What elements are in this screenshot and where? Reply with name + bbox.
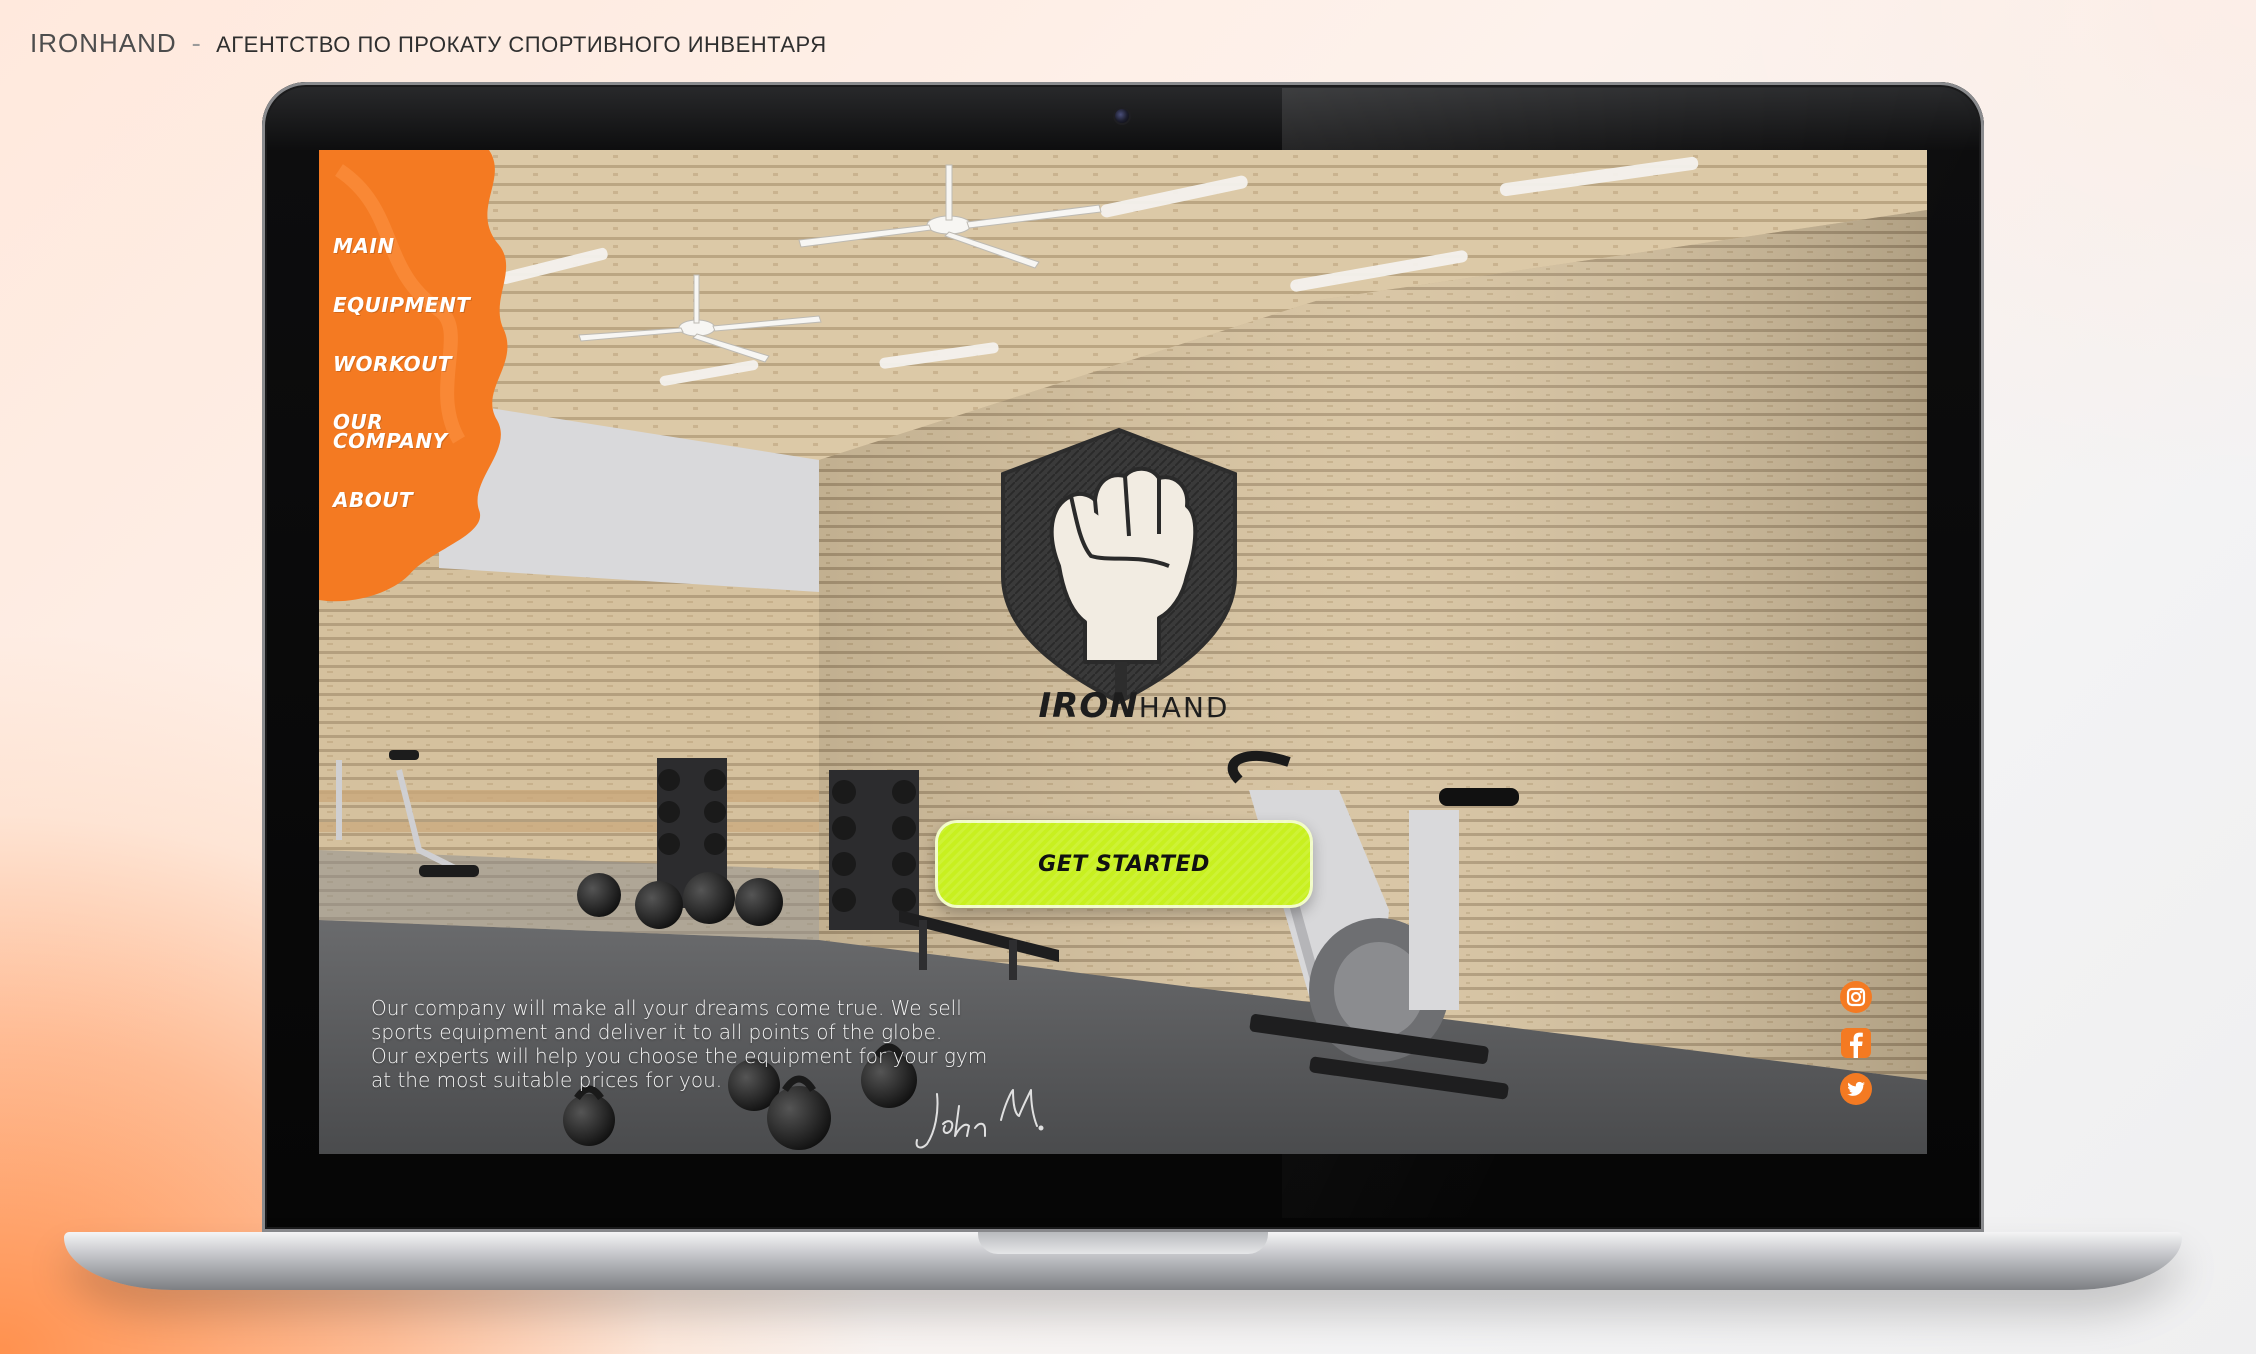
- logo-wordmark: IRONHAND: [1019, 686, 1249, 726]
- intro-line: Our experts will help you choose the equ…: [371, 1044, 988, 1068]
- page-heading-tagline: АГЕНТСТВО ПО ПРОКАТУ СПОРТИВНОГО ИНВЕНТА…: [216, 32, 827, 57]
- instagram-icon[interactable]: [1839, 980, 1873, 1014]
- laptop-notch: [978, 1232, 1268, 1254]
- page-heading: IRONHAND - АГЕНТСТВО ПО ПРОКАТУ СПОРТИВН…: [30, 28, 827, 59]
- facebook-icon[interactable]: [1839, 1026, 1873, 1060]
- page-heading-brand: IRONHAND: [30, 28, 177, 58]
- intro-line: sports equipment and deliver it to all p…: [371, 1020, 943, 1044]
- nav-item-equipment[interactable]: EQUIPMENT: [333, 295, 523, 315]
- nav-item-workout[interactable]: WORKOUT: [333, 354, 523, 374]
- social-links: [1839, 980, 1879, 1118]
- get-started-button[interactable]: GET STARTED: [935, 820, 1313, 908]
- logo-wordmark-iron: IRON: [1038, 686, 1139, 726]
- side-nav: MAIN EQUIPMENT WORKOUT OUR COMPANY ABOUT: [333, 236, 523, 549]
- nav-item-main[interactable]: MAIN: [333, 236, 523, 256]
- laptop-base: [64, 1232, 2182, 1290]
- nav-item-about[interactable]: ABOUT: [333, 490, 523, 510]
- page-heading-separator: -: [191, 29, 202, 59]
- intro-line: Our company will make all your dreams co…: [371, 996, 962, 1020]
- ironhand-fist-logo: [1001, 427, 1237, 705]
- logo-wordmark-hand: HAND: [1138, 691, 1230, 724]
- webcam: [1115, 109, 1129, 123]
- website-screen: MAIN EQUIPMENT WORKOUT OUR COMPANY ABOUT…: [319, 150, 1927, 1154]
- twitter-icon[interactable]: [1839, 1072, 1873, 1106]
- john-m-signature: [915, 1089, 1044, 1149]
- nav-item-our-company[interactable]: OUR COMPANY: [333, 412, 463, 451]
